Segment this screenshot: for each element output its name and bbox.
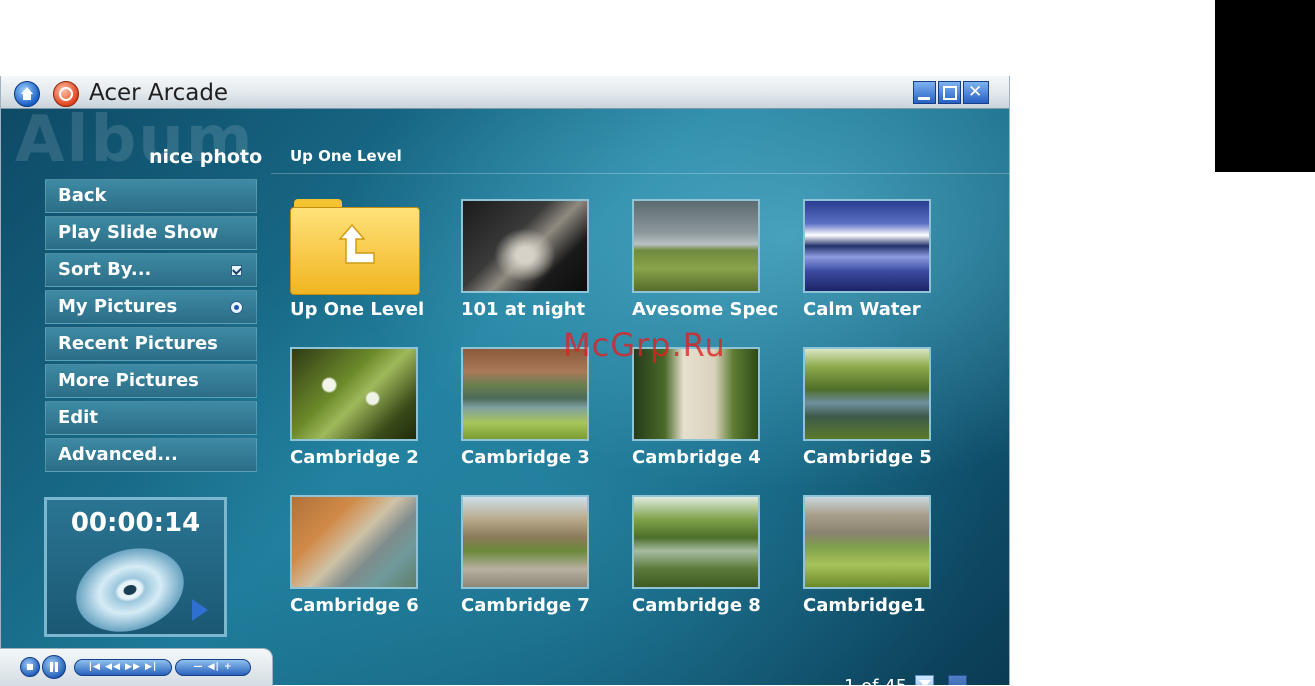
grid-item-101-at-night[interactable]: 101 at night: [461, 199, 626, 339]
side-menu: Back Play Slide Show Sort By... My Pictu…: [45, 179, 257, 475]
grid-item-cambridge-4[interactable]: Cambridge 4: [632, 347, 797, 487]
play-arrow-icon: [192, 599, 208, 621]
now-playing-panel[interactable]: 00:00:14: [44, 497, 227, 637]
watermark-text: McGrp.Ru: [563, 326, 726, 364]
seek-controls[interactable]: |◀ ◀◀ ▶▶ ▶|: [74, 659, 172, 676]
menu-item-my-pictures[interactable]: My Pictures: [45, 290, 257, 324]
menu-item-label: My Pictures: [58, 296, 178, 317]
grid-item-label: Cambridge 8: [632, 595, 761, 616]
menu-item-edit[interactable]: Edit: [45, 401, 257, 435]
photo-thumbnail: [461, 199, 589, 293]
grid-item-cambridge-8[interactable]: Cambridge 8: [632, 495, 797, 635]
pause-button[interactable]: [42, 655, 66, 679]
page-up-button[interactable]: [948, 675, 967, 685]
radio-selected-icon: [230, 301, 243, 314]
menu-item-label: Edit: [58, 407, 98, 428]
minimize-button[interactable]: [913, 81, 936, 104]
grid-item-label: 101 at night: [461, 299, 586, 320]
menu-item-recent-pictures[interactable]: Recent Pictures: [45, 327, 257, 361]
grid-item-label: Cambridge 7: [461, 595, 590, 616]
app-window: Acer Arcade Album nice photo Up One Leve…: [0, 76, 1010, 685]
menu-item-more-pictures[interactable]: More Pictures: [45, 364, 257, 398]
photo-thumbnail: [803, 199, 931, 293]
photo-thumbnail: [290, 495, 418, 589]
grid-item-label: Cambridge 5: [803, 447, 932, 468]
menu-item-label: Sort By...: [58, 259, 152, 280]
grid-item-label: Cambridge 2: [290, 447, 419, 468]
grid-item-cambridge-3[interactable]: Cambridge 3: [461, 347, 626, 487]
menu-item-label: Play Slide Show: [58, 222, 219, 243]
grid-item-avesome-spec[interactable]: Avesome Spec: [632, 199, 797, 339]
grid-item-calm-water[interactable]: Calm Water: [803, 199, 968, 339]
page-down-button[interactable]: [915, 675, 934, 685]
grid-item-label: Cambridge1: [803, 595, 926, 616]
header-divider: [271, 173, 1009, 174]
photo-thumbnail: [461, 495, 589, 589]
disc-icon: [65, 534, 195, 634]
photo-thumbnail: [632, 199, 760, 293]
photo-thumbnail: [290, 347, 418, 441]
grid-item-label: Up One Level: [290, 299, 425, 320]
album-name: nice photo: [149, 146, 263, 168]
photo-thumbnail: [803, 347, 931, 441]
transport-bar: |◀ ◀◀ ▶▶ ▶| — ◀| +: [0, 648, 273, 686]
grid-item-cambridge-7[interactable]: Cambridge 7: [461, 495, 626, 635]
checkbox-icon: [231, 265, 242, 276]
page-indicator: 1 of 45: [844, 676, 907, 685]
breadcrumb: Up One Level: [290, 147, 402, 165]
close-button[interactable]: [963, 81, 989, 104]
stop-button[interactable]: [20, 657, 40, 677]
menu-item-label: Advanced...: [58, 444, 178, 465]
grid-item-cambridge-6[interactable]: Cambridge 6: [290, 495, 455, 635]
grid-item-label: Avesome Spec: [632, 299, 779, 320]
menu-item-label: More Pictures: [58, 370, 199, 391]
folder-up-icon: [290, 199, 420, 295]
grid-item-label: Calm Water: [803, 299, 921, 320]
grid-item-cambridge1[interactable]: Cambridge1: [803, 495, 968, 635]
grid-item-up-one-level[interactable]: Up One Level: [290, 199, 455, 339]
black-panel: [1215, 0, 1315, 172]
menu-item-label: Recent Pictures: [58, 333, 218, 354]
grid-item-label: Cambridge 3: [461, 447, 590, 468]
album-content: Album nice photo Up One Level Back Play …: [1, 103, 1009, 685]
photo-thumbnail: [632, 495, 760, 589]
grid-item-label: Cambridge 4: [632, 447, 761, 468]
volume-controls[interactable]: — ◀| +: [175, 659, 251, 676]
menu-item-label: Back: [58, 185, 107, 206]
menu-item-sort-by[interactable]: Sort By...: [45, 253, 257, 287]
menu-item-back[interactable]: Back: [45, 179, 257, 213]
grid-item-cambridge-2[interactable]: Cambridge 2: [290, 347, 455, 487]
maximize-button[interactable]: [938, 81, 961, 104]
playback-time: 00:00:14: [70, 508, 201, 538]
photo-thumbnail: [803, 495, 931, 589]
grid-item-cambridge-5[interactable]: Cambridge 5: [803, 347, 968, 487]
menu-item-play-slide-show[interactable]: Play Slide Show: [45, 216, 257, 250]
menu-item-advanced[interactable]: Advanced...: [45, 438, 257, 472]
grid-item-label: Cambridge 6: [290, 595, 419, 616]
